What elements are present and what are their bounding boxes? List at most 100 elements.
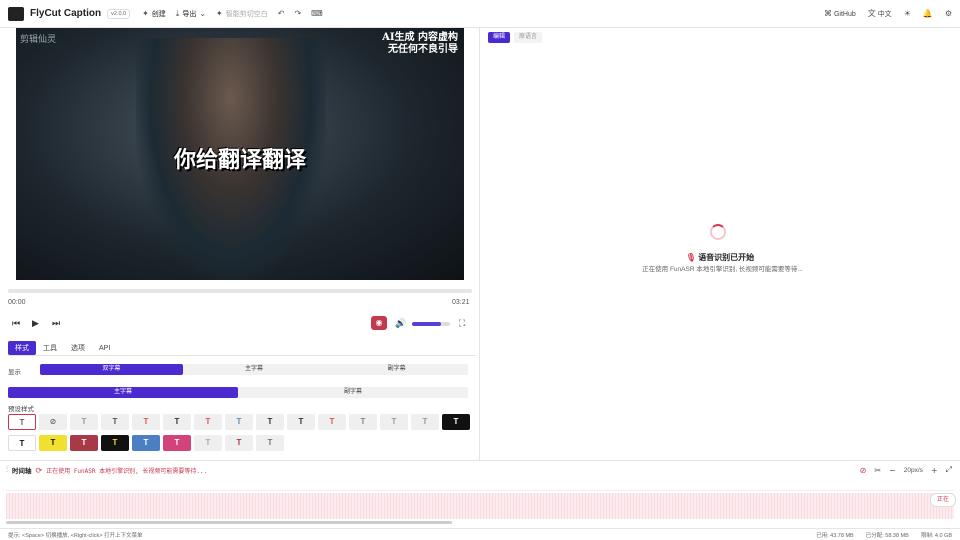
timeline-status: 正在使用 FunASR 本地引擎识别, 长视频可能需要等待... bbox=[46, 467, 208, 475]
watermark-right: AI生成 内容虚构 无任何不良引导 bbox=[382, 32, 458, 55]
preset-swatch[interactable]: T bbox=[411, 414, 439, 430]
download-icon: ⤓ bbox=[175, 8, 180, 18]
gear-icon[interactable]: ⚙ bbox=[945, 9, 952, 18]
preset-swatch[interactable]: T bbox=[287, 414, 315, 430]
skip-forward-icon[interactable]: ⏭ bbox=[52, 318, 60, 329]
preset-swatch[interactable]: T bbox=[8, 435, 36, 451]
display-dual[interactable]: 双字幕 bbox=[40, 364, 183, 375]
tab-edit[interactable]: 编辑 bbox=[488, 32, 511, 43]
skip-back-icon[interactable]: ⏮ bbox=[12, 318, 20, 329]
play-icon[interactable]: ▶ bbox=[32, 318, 39, 329]
timeline: ⫶ 时间轴 ⟳ 正在使用 FunASR 本地引擎识别, 长视频可能需要等待...… bbox=[0, 460, 960, 528]
sun-icon[interactable]: ☀ bbox=[904, 9, 911, 18]
target-sub[interactable]: 副字幕 bbox=[238, 387, 468, 398]
asr-status-message: 正在使用 FunASR 本地引擎识别, 长视频可能需要等待... bbox=[642, 266, 803, 273]
keyboard-icon: ⌨ bbox=[311, 9, 323, 18]
keyboard-button[interactable]: ⌨ bbox=[311, 9, 323, 18]
zoom-level: 20px/s bbox=[903, 466, 923, 474]
tab-source-language[interactable]: 原语言 bbox=[514, 32, 543, 43]
mic-icon: 🎙 bbox=[685, 253, 696, 262]
video-preview[interactable]: 剪辑仙灵 AI生成 内容虚构 无任何不良引导 你给翻译翻译 bbox=[16, 28, 464, 280]
refresh-icon: ⟳ bbox=[35, 465, 43, 475]
sparkle-icon: ✦ bbox=[216, 9, 223, 18]
timeline-tools: ⊘ ✂ − 20px/s + ⤢ bbox=[860, 465, 952, 475]
fullscreen-icon[interactable]: ⛶ bbox=[459, 318, 465, 329]
display-main[interactable]: 主字幕 bbox=[183, 364, 326, 375]
hide-icon[interactable]: ⊘ bbox=[860, 466, 867, 475]
status-bar: 提示: <Space> 切换播放, <Right-click> 打开上下文菜单 … bbox=[0, 528, 960, 540]
timeline-header: ⫶ 时间轴 ⟳ 正在使用 FunASR 本地引擎识别, 长视频可能需要等待... bbox=[6, 465, 208, 475]
duration: 03:21 bbox=[452, 299, 470, 306]
create-button[interactable]: ✦ 创建 bbox=[142, 9, 166, 19]
eye-icon: ◉ bbox=[375, 318, 383, 327]
preset-swatch[interactable]: T bbox=[318, 414, 346, 430]
settings-tabs: 样式 工具 选项 API bbox=[8, 341, 476, 356]
smart-cut-button[interactable]: ✦ 智能剪切空白 bbox=[216, 9, 268, 19]
preset-swatch[interactable]: T bbox=[163, 414, 191, 430]
subtitle-panel: 编辑 原语言 🎙 语音识别已开始 正在使用 FunASR 本地引擎识别, 长视频… bbox=[479, 28, 960, 460]
current-time: 00:00 bbox=[8, 299, 26, 306]
preset-swatch[interactable]: T bbox=[256, 414, 284, 430]
preset-swatch[interactable]: T bbox=[225, 435, 253, 451]
preset-swatch[interactable]: T bbox=[132, 435, 160, 451]
redo-icon: ↷ bbox=[294, 9, 302, 18]
tab-style[interactable]: 样式 bbox=[8, 341, 36, 355]
preset-swatch[interactable]: T bbox=[442, 414, 470, 430]
memory-limit: 限制: 4.0 GB bbox=[920, 532, 952, 539]
preset-swatch[interactable]: T bbox=[70, 414, 98, 430]
memory-used: 已用: 43.78 MB bbox=[816, 532, 854, 539]
app-title: FlyCut Caption bbox=[30, 8, 102, 19]
volume-slider[interactable] bbox=[412, 322, 450, 326]
target-main[interactable]: 主字幕 bbox=[8, 387, 238, 398]
preset-swatch[interactable]: T bbox=[194, 414, 222, 430]
tab-tools[interactable]: 工具 bbox=[36, 341, 64, 355]
loading-spinner bbox=[710, 224, 726, 240]
audio-waveform[interactable] bbox=[6, 493, 954, 519]
fit-icon[interactable]: ⤢ bbox=[946, 465, 952, 475]
preset-swatch[interactable]: T bbox=[256, 435, 284, 451]
floating-status-button[interactable]: 正在 bbox=[930, 493, 956, 507]
preset-none[interactable]: ⊘ bbox=[39, 414, 67, 430]
target-selector: 主字幕 副字幕 bbox=[8, 387, 468, 398]
bell-icon[interactable]: 🔔 bbox=[923, 9, 933, 18]
preset-swatch[interactable]: T bbox=[70, 435, 98, 451]
preset-swatch[interactable]: T bbox=[39, 435, 67, 451]
preset-swatch[interactable]: T bbox=[8, 414, 36, 430]
watermark-left: 剪辑仙灵 bbox=[20, 35, 57, 45]
tab-options[interactable]: 选项 bbox=[64, 341, 92, 355]
memory-allocated: 已分配: 58.38 MB bbox=[865, 532, 909, 539]
asr-status-title: 🎙 语音识别已开始 bbox=[685, 253, 755, 262]
export-button[interactable]: ⤓ 导出 ⌄ bbox=[176, 9, 206, 19]
subtitle-toggle-button[interactable]: ◉ bbox=[371, 316, 387, 330]
tab-api[interactable]: API bbox=[92, 341, 117, 355]
preset-swatch[interactable]: T bbox=[101, 435, 129, 451]
preset-row-2: T T T T T T T T T bbox=[8, 435, 284, 451]
zoom-in-icon[interactable]: + bbox=[931, 466, 938, 475]
translate-icon: 文 bbox=[867, 9, 876, 18]
preset-swatch[interactable]: T bbox=[380, 414, 408, 430]
preset-swatch[interactable]: T bbox=[194, 435, 222, 451]
undo-icon: ↶ bbox=[277, 9, 285, 18]
preset-swatch[interactable]: T bbox=[101, 414, 129, 430]
scissors-icon[interactable]: ✂ bbox=[874, 466, 881, 475]
preset-swatch[interactable]: T bbox=[132, 414, 160, 430]
language-button[interactable]: 文 中文 bbox=[868, 8, 892, 19]
time-ruler bbox=[6, 483, 954, 491]
github-icon: ⌘ bbox=[823, 9, 832, 18]
volume-icon[interactable]: 🔊 bbox=[395, 318, 406, 329]
chevron-down-icon: ⌄ bbox=[199, 9, 207, 18]
github-link[interactable]: ⌘ GitHub bbox=[824, 9, 856, 18]
zoom-out-icon[interactable]: − bbox=[889, 466, 896, 475]
subtitle-overlay: 你给翻译翻译 bbox=[173, 147, 306, 173]
redo-button[interactable]: ↷ bbox=[294, 9, 301, 18]
undo-button[interactable]: ↶ bbox=[278, 9, 285, 18]
preset-swatch[interactable]: T bbox=[225, 414, 253, 430]
preset-swatch[interactable]: T bbox=[163, 435, 191, 451]
app-logo bbox=[8, 6, 24, 21]
display-sub[interactable]: 副字幕 bbox=[325, 364, 468, 375]
display-label: 显示 bbox=[8, 369, 21, 376]
seek-bar[interactable] bbox=[8, 289, 472, 293]
timeline-scrollbar[interactable] bbox=[6, 521, 452, 524]
volume-fill bbox=[412, 322, 441, 326]
preset-swatch[interactable]: T bbox=[349, 414, 377, 430]
